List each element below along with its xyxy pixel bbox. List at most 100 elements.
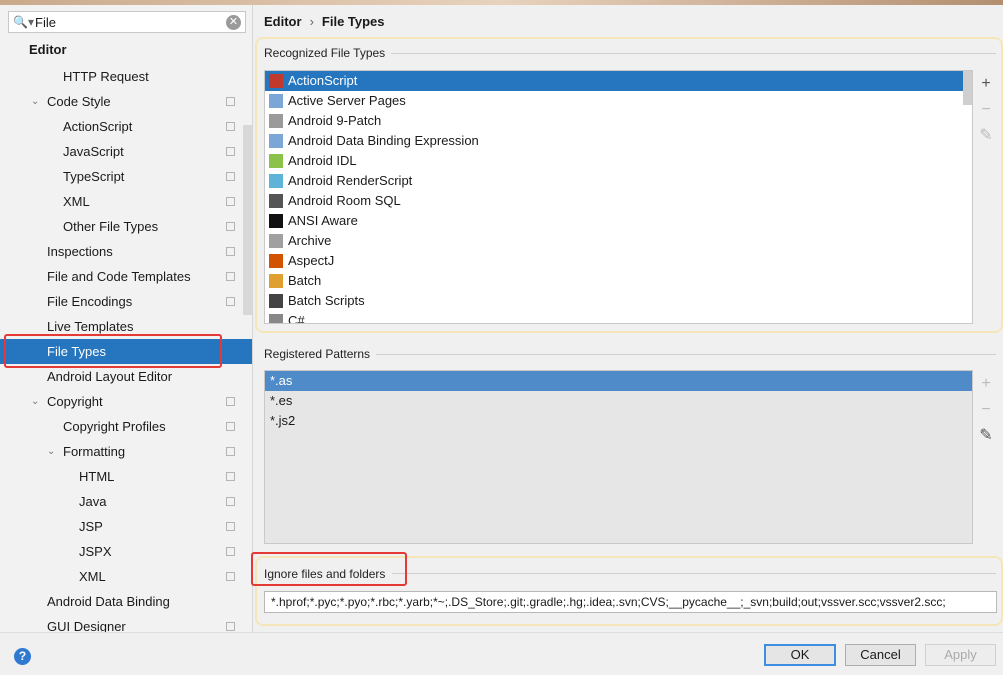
file-type-row[interactable]: AspectJ bbox=[265, 251, 972, 271]
sidebar-item[interactable]: ActionScript bbox=[0, 114, 252, 139]
edit-pattern-button[interactable]: ✎ bbox=[975, 423, 997, 449]
registered-patterns-list[interactable]: *.as *.es *.js2 bbox=[264, 370, 973, 544]
remove-pattern-button[interactable]: − bbox=[975, 397, 997, 423]
patterns-toolbar: + − ✎ bbox=[975, 371, 997, 449]
cancel-button[interactable]: Cancel bbox=[845, 644, 916, 666]
sidebar-item-label: Copyright Profiles bbox=[63, 419, 166, 434]
project-settings-icon bbox=[226, 422, 235, 431]
project-settings-icon bbox=[226, 197, 235, 206]
ignore-files-input[interactable]: *.hprof;*.pyc;*.pyo;*.rbc;*.yarb;*~;.DS_… bbox=[264, 591, 997, 613]
sidebar-item[interactable]: File and Code Templates bbox=[0, 264, 252, 289]
databinding-icon bbox=[269, 134, 283, 148]
sidebar-header-editor[interactable]: Editor bbox=[29, 42, 67, 57]
sidebar-item-label: Code Style bbox=[47, 94, 111, 109]
breadcrumb-separator: › bbox=[309, 14, 314, 29]
project-settings-icon bbox=[226, 97, 235, 106]
breadcrumb: Editor › File Types bbox=[264, 14, 385, 29]
sidebar-item-label: TypeScript bbox=[63, 169, 125, 184]
project-settings-icon bbox=[226, 397, 235, 406]
file-type-row[interactable]: C# bbox=[265, 311, 972, 324]
sidebar-item[interactable]: JSP bbox=[0, 514, 252, 539]
sidebar-item[interactable]: File Encodings bbox=[0, 289, 252, 314]
sidebar-item[interactable]: ⌄ Code Style bbox=[0, 89, 252, 114]
file-type-row[interactable]: Android Data Binding Expression bbox=[265, 131, 972, 151]
sidebar-item-label: JavaScript bbox=[63, 144, 124, 159]
project-settings-icon bbox=[226, 447, 235, 456]
pattern-row[interactable]: *.as bbox=[265, 371, 972, 391]
sidebar-scrollbar[interactable] bbox=[243, 125, 252, 315]
sidebar-item[interactable]: TypeScript bbox=[0, 164, 252, 189]
file-type-row[interactable]: ActionScript bbox=[265, 71, 972, 91]
file-type-label: C# bbox=[288, 313, 305, 324]
pattern-row[interactable]: *.es bbox=[265, 391, 972, 411]
sidebar-item[interactable]: Copyright Profiles bbox=[0, 414, 252, 439]
project-settings-icon bbox=[226, 172, 235, 181]
search-input[interactable]: File bbox=[35, 15, 226, 30]
file-type-row[interactable]: Android 9-Patch bbox=[265, 111, 972, 131]
sidebar-item-label: XML bbox=[79, 569, 106, 584]
project-settings-icon bbox=[226, 572, 235, 581]
chevron-down-icon[interactable]: ⌄ bbox=[47, 439, 55, 464]
sidebar-item[interactable]: HTTP Request bbox=[0, 64, 252, 89]
breadcrumb-current: File Types bbox=[321, 14, 385, 29]
sidebar-item[interactable]: ⌄ Formatting bbox=[0, 439, 252, 464]
sidebar-item[interactable]: Other File Types bbox=[0, 214, 252, 239]
file-icon bbox=[269, 314, 283, 323]
ok-button[interactable]: OK bbox=[764, 644, 836, 666]
file-type-row[interactable]: Android IDL bbox=[265, 151, 972, 171]
file-type-label: AspectJ bbox=[288, 253, 335, 268]
file-types-list[interactable]: ActionScript Active Server Pages Android 9… bbox=[264, 70, 973, 324]
gear-icon bbox=[269, 274, 283, 288]
clear-search-icon[interactable]: ✕ bbox=[226, 14, 241, 30]
sidebar-item[interactable]: GUI Designer bbox=[0, 614, 252, 632]
sidebar-item[interactable]: HTML bbox=[0, 464, 252, 489]
file-type-label: ANSI Aware bbox=[288, 213, 358, 228]
sidebar-item[interactable]: Inspections bbox=[0, 239, 252, 264]
bat-icon bbox=[269, 294, 283, 308]
file-type-row[interactable]: Android Room SQL bbox=[265, 191, 972, 211]
file-type-row[interactable]: Active Server Pages bbox=[265, 91, 972, 111]
sidebar-item-label: JSP bbox=[79, 519, 103, 534]
project-settings-icon bbox=[226, 547, 235, 556]
divider bbox=[384, 53, 996, 54]
sidebar-item[interactable]: ⌄ Copyright bbox=[0, 389, 252, 414]
project-settings-icon bbox=[226, 272, 235, 281]
archive-icon bbox=[269, 234, 283, 248]
breadcrumb-parent[interactable]: Editor bbox=[264, 14, 302, 29]
file-types-scrollbar[interactable] bbox=[963, 71, 972, 105]
sidebar-item[interactable]: XML bbox=[0, 189, 252, 214]
project-settings-icon bbox=[226, 622, 235, 631]
pattern-row[interactable]: *.js2 bbox=[265, 411, 972, 431]
sidebar-item-label: GUI Designer bbox=[47, 619, 126, 632]
add-pattern-button[interactable]: + bbox=[975, 371, 997, 397]
project-settings-icon bbox=[226, 122, 235, 131]
folder-icon bbox=[269, 114, 283, 128]
project-settings-icon bbox=[226, 247, 235, 256]
chevron-down-icon[interactable]: ⌄ bbox=[31, 89, 39, 114]
project-settings-icon bbox=[226, 147, 235, 156]
remove-file-type-button[interactable]: − bbox=[975, 97, 997, 123]
sidebar-item-label: HTML bbox=[79, 469, 115, 484]
chevron-down-icon[interactable]: ⌄ bbox=[31, 389, 39, 414]
sidebar-item[interactable]: Android Data Binding bbox=[0, 589, 252, 614]
apply-button[interactable]: Apply bbox=[925, 644, 996, 666]
sidebar-item-label: Inspections bbox=[47, 244, 113, 259]
file-type-row[interactable]: Batch bbox=[265, 271, 972, 291]
sidebar-item-label: Formatting bbox=[63, 444, 126, 459]
help-icon[interactable]: ? bbox=[14, 648, 31, 665]
search-field[interactable]: 🔍▾ File ✕ bbox=[8, 11, 246, 33]
file-type-label: Android IDL bbox=[288, 153, 357, 168]
edit-file-type-button[interactable]: ✎ bbox=[975, 123, 997, 149]
file-type-row[interactable]: Archive bbox=[265, 231, 972, 251]
file-type-label: Android 9-Patch bbox=[288, 113, 382, 128]
add-file-type-button[interactable]: + bbox=[975, 71, 997, 97]
sidebar-item-label: ActionScript bbox=[63, 119, 133, 134]
sidebar-item[interactable]: XML bbox=[0, 564, 252, 589]
sidebar-item[interactable]: JSPX bbox=[0, 539, 252, 564]
sidebar-item-label: HTTP Request bbox=[63, 69, 149, 84]
sidebar-item[interactable]: JavaScript bbox=[0, 139, 252, 164]
file-type-row[interactable]: ANSI Aware bbox=[265, 211, 972, 231]
file-type-row[interactable]: Batch Scripts bbox=[265, 291, 972, 311]
sidebar-item[interactable]: Java bbox=[0, 489, 252, 514]
file-type-row[interactable]: Android RenderScript bbox=[265, 171, 972, 191]
